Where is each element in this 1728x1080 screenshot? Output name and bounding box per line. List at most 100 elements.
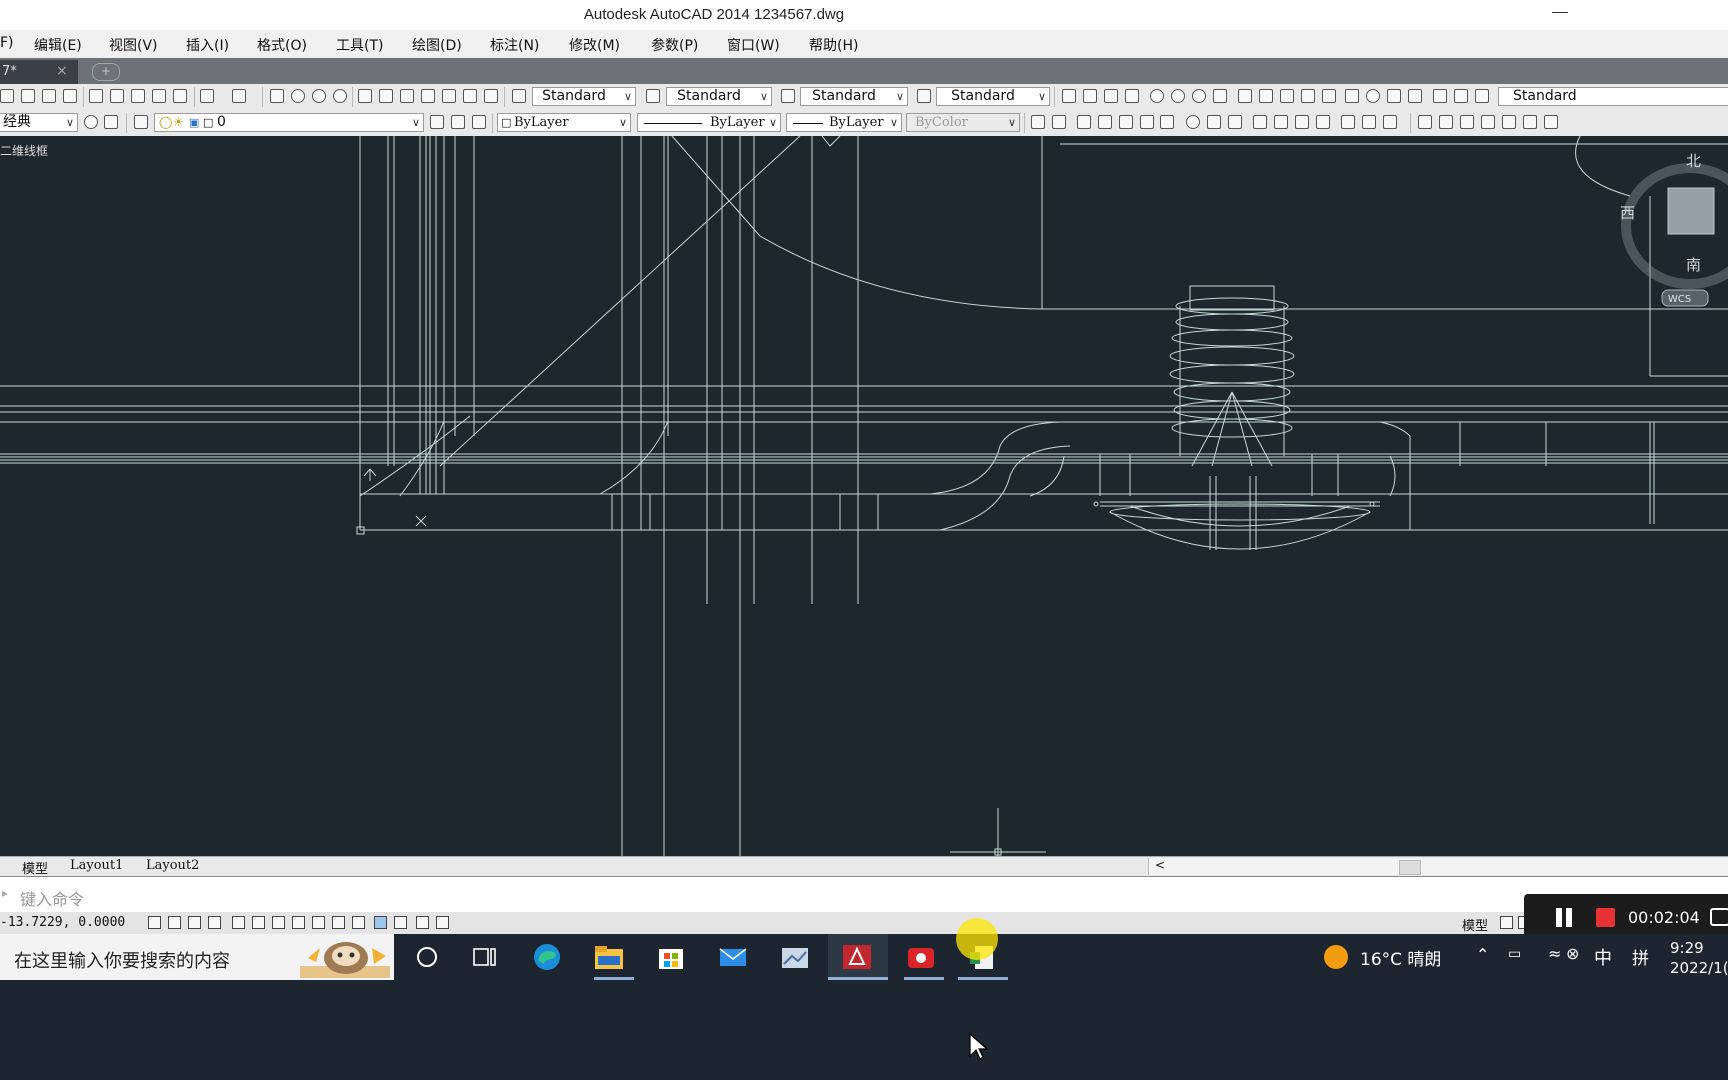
dim-break-icon[interactable] xyxy=(1322,89,1336,103)
volume-muted-icon[interactable]: ⊗ xyxy=(1566,944,1579,963)
plotstyle-select[interactable]: ByColor ∨ xyxy=(906,113,1020,132)
dim-style-select[interactable]: Standard ∨ xyxy=(666,87,772,106)
scrollbar-thumb[interactable] xyxy=(1399,860,1421,875)
text-style-select[interactable]: Standard ∨ xyxy=(532,87,636,106)
tolerance-icon[interactable] xyxy=(1345,89,1359,103)
new-tab-button[interactable]: + xyxy=(92,63,120,81)
angular-dim-icon[interactable] xyxy=(1213,89,1227,103)
linear-dim-icon[interactable] xyxy=(1062,89,1076,103)
mail-icon[interactable] xyxy=(716,942,750,972)
ordinate-dim-icon[interactable] xyxy=(1125,89,1139,103)
multileader-style-select[interactable]: Standard ∨ xyxy=(936,87,1050,106)
taskbar-search-input[interactable]: 在这里输入你要搜索的内容 xyxy=(14,947,230,973)
dim-update-icon[interactable] xyxy=(1475,89,1489,103)
dim-edit-icon[interactable] xyxy=(1433,89,1447,103)
jogged-linear-icon[interactable] xyxy=(1408,89,1422,103)
weather-readout[interactable]: 16°C 晴朗 xyxy=(1360,945,1441,970)
ime-pinyin-indicator[interactable]: 拼 xyxy=(1632,944,1649,969)
menu-draw[interactable]: 绘图(D) xyxy=(412,35,462,55)
revcloud-icon[interactable] xyxy=(1207,115,1221,129)
scale-text-icon[interactable] xyxy=(1544,115,1558,129)
aligned-dim-icon[interactable] xyxy=(1083,89,1097,103)
command-input[interactable]: 键入命令 xyxy=(20,886,84,910)
zoom-window-icon[interactable] xyxy=(312,89,326,103)
dim-text-edit-icon[interactable] xyxy=(1454,89,1468,103)
center-mark-icon[interactable] xyxy=(1366,89,1380,103)
menu-tools[interactable]: 工具(T) xyxy=(336,35,383,55)
cortana-icon[interactable] xyxy=(410,942,444,972)
mtext-icon[interactable] xyxy=(1418,115,1432,129)
tab-model[interactable]: 模型 xyxy=(22,858,48,877)
line-icon[interactable] xyxy=(1031,115,1045,129)
redo-icon[interactable] xyxy=(232,89,246,103)
photos-app-icon[interactable] xyxy=(778,942,812,972)
snap-mode-icon[interactable] xyxy=(168,916,181,929)
polygon-icon[interactable] xyxy=(1098,115,1112,129)
ortho-icon[interactable] xyxy=(208,916,221,929)
microsoft-store-icon[interactable] xyxy=(654,942,688,972)
camera-icon[interactable] xyxy=(1710,908,1728,926)
selection-cycling-icon[interactable] xyxy=(416,916,429,929)
horizontal-scrollbar[interactable]: < xyxy=(1148,858,1728,875)
jogged-dim-icon[interactable] xyxy=(1171,89,1185,103)
linetype-select[interactable]: ByLayer ∨ xyxy=(637,113,781,132)
arc-icon[interactable] xyxy=(1140,115,1154,129)
circle-icon[interactable] xyxy=(1186,115,1200,129)
quick-view-layouts-icon[interactable] xyxy=(1500,916,1513,929)
table-style-select[interactable]: Standard ∨ xyxy=(800,87,908,106)
file-explorer-icon[interactable] xyxy=(592,942,626,972)
menu-dimension[interactable]: 标注(N) xyxy=(490,35,539,55)
radius-dim-icon[interactable] xyxy=(1150,89,1164,103)
file-tab[interactable]: 7* × xyxy=(0,60,78,84)
otrack-icon[interactable] xyxy=(292,916,305,929)
cut-icon[interactable] xyxy=(89,89,103,103)
infer-constraints-icon[interactable] xyxy=(148,916,161,929)
autocad-icon[interactable] xyxy=(840,942,874,972)
taskbar-clock[interactable]: 9:29 2022/1( xyxy=(1670,938,1728,978)
layer-select[interactable]: ◯ ☀ ▣ □ 0 ∨ xyxy=(154,113,424,132)
tab-layout2[interactable]: Layout2 xyxy=(146,858,199,873)
calculator-icon[interactable] xyxy=(463,89,477,103)
pause-icon[interactable] xyxy=(1556,908,1562,927)
match-properties-icon[interactable] xyxy=(152,89,166,103)
lineweight-toggle-icon[interactable] xyxy=(352,916,365,929)
drawing-viewport[interactable]: 二维线框 北 南 西 WCS xyxy=(0,136,1728,856)
plot-icon[interactable] xyxy=(63,89,77,103)
gradient-icon[interactable] xyxy=(1295,115,1309,129)
continue-dim-icon[interactable] xyxy=(1280,89,1294,103)
gear-icon[interactable] xyxy=(84,115,98,129)
undo-icon[interactable] xyxy=(200,89,214,103)
menu-file[interactable]: F) xyxy=(0,35,14,51)
find-icon[interactable] xyxy=(1481,115,1495,129)
design-center-icon[interactable] xyxy=(379,89,393,103)
new-icon[interactable] xyxy=(0,89,14,103)
table-icon[interactable] xyxy=(1362,115,1376,129)
xline-icon[interactable] xyxy=(1052,115,1066,129)
close-icon[interactable]: × xyxy=(56,63,68,79)
3d-osnap-icon[interactable] xyxy=(272,916,285,929)
menu-help[interactable]: 帮助(H) xyxy=(809,35,858,55)
zoom-previous-icon[interactable] xyxy=(333,89,347,103)
taskbar-search[interactable]: 在这里输入你要搜索的内容 xyxy=(0,934,394,980)
model-space-label[interactable]: 模型 xyxy=(1462,915,1488,934)
weather-sun-icon[interactable] xyxy=(1324,945,1348,969)
quick-properties-icon[interactable] xyxy=(394,916,407,929)
edge-browser-icon[interactable] xyxy=(530,942,564,972)
minimize-button[interactable] xyxy=(1552,12,1568,13)
arc-length-icon[interactable] xyxy=(1104,89,1118,103)
osnap-icon[interactable] xyxy=(252,916,265,929)
workspace-select[interactable]: 经典 ∨ xyxy=(0,113,78,132)
save-icon[interactable] xyxy=(42,89,56,103)
menu-view[interactable]: 视图(V) xyxy=(109,35,158,55)
menu-insert[interactable]: 插入(I) xyxy=(186,35,229,55)
point-icon[interactable] xyxy=(1316,115,1330,129)
dim-space-icon[interactable] xyxy=(1301,89,1315,103)
layer-properties-icon[interactable] xyxy=(134,115,148,129)
ime-mode-indicator[interactable]: 中 xyxy=(1594,944,1612,970)
tab-layout1[interactable]: Layout1 xyxy=(70,858,123,873)
menu-window[interactable]: 窗口(W) xyxy=(727,35,780,55)
spline-icon[interactable] xyxy=(1228,115,1242,129)
lineweight-select[interactable]: ByLayer ∨ xyxy=(786,113,902,132)
dyn-icon[interactable] xyxy=(332,916,345,929)
command-line[interactable]: ▸ 键入命令 xyxy=(0,876,1728,914)
